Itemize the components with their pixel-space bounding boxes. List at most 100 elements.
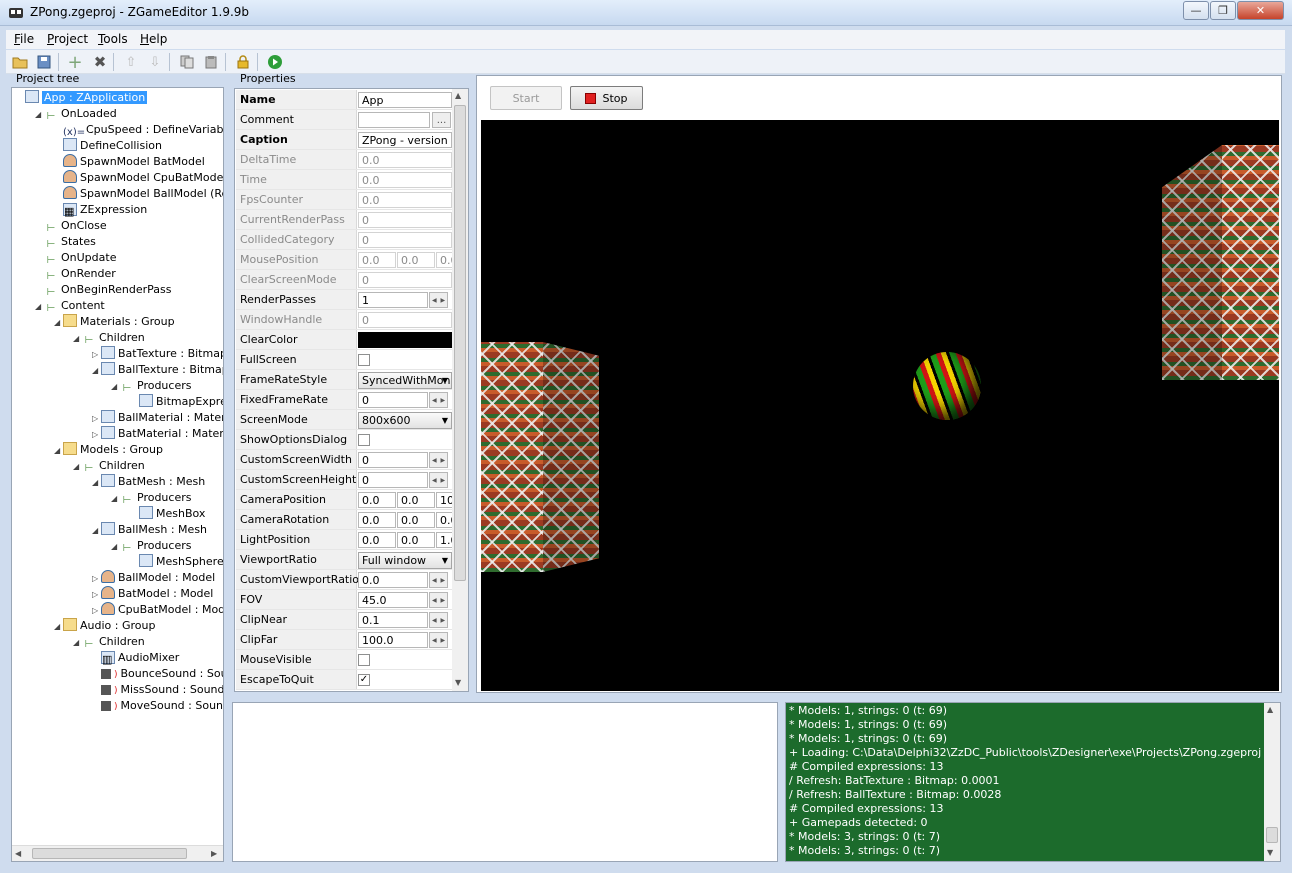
tree-expand-icon[interactable]: ◢ bbox=[54, 318, 62, 327]
vector-component-field[interactable]: 0.0 bbox=[397, 512, 435, 528]
tree-expand-icon[interactable]: ▷ bbox=[92, 414, 100, 423]
property-value[interactable]: 0 bbox=[358, 472, 428, 488]
tree-expand-icon[interactable]: ▷ bbox=[92, 574, 100, 583]
property-dropdown[interactable]: 800x600 ▼ bbox=[358, 412, 452, 429]
open-folder-icon[interactable] bbox=[11, 53, 29, 71]
tree-node[interactable]: ⊢ OnClose bbox=[44, 218, 107, 234]
ellipsis-button[interactable]: ... bbox=[432, 112, 451, 128]
property-value[interactable]: App bbox=[358, 92, 452, 108]
scroll-right-icon[interactable]: ▶ bbox=[211, 849, 217, 858]
spin-right-icon[interactable]: ▶ bbox=[440, 297, 445, 304]
tree-node[interactable]: ⊢ Producers bbox=[120, 378, 191, 394]
tree-node[interactable]: ⊢ Children bbox=[82, 458, 145, 474]
spin-left-icon[interactable]: ◀ bbox=[432, 597, 437, 604]
tree-node[interactable]: ⊢ OnLoaded bbox=[44, 106, 117, 122]
tree-expand-icon[interactable]: ▷ bbox=[92, 606, 100, 615]
property-checkbox[interactable] bbox=[358, 654, 370, 666]
spin-right-icon[interactable]: ▶ bbox=[440, 577, 445, 584]
property-value[interactable]: 0.0 bbox=[358, 572, 428, 588]
tree-node[interactable]: BatModel : Model bbox=[101, 586, 213, 602]
tree-expand-icon[interactable]: ▷ bbox=[92, 430, 100, 439]
expression-editor[interactable] bbox=[232, 702, 778, 862]
tree-node[interactable]: Models : Group bbox=[63, 442, 163, 458]
scroll-up-icon[interactable]: ▲ bbox=[455, 91, 461, 100]
tree-node[interactable]: ⊢ States bbox=[44, 234, 96, 250]
tree-expand-icon[interactable]: ◢ bbox=[54, 622, 62, 631]
property-value[interactable]: 1 bbox=[358, 292, 428, 308]
tree-node[interactable]: ▥ AudioMixer bbox=[101, 650, 179, 666]
property-value[interactable]: ZPong - version 0.9 bbox=[358, 132, 452, 148]
tree-node[interactable]: BallMaterial : Material bbox=[101, 410, 223, 426]
spin-button[interactable]: ◀ ▶ bbox=[429, 572, 448, 588]
tree-node[interactable]: ⊢ Children bbox=[82, 634, 145, 650]
tree-node[interactable]: SpawnModel BatModel bbox=[63, 154, 205, 170]
property-value[interactable]: 0.1 bbox=[358, 612, 428, 628]
tree-node[interactable]: MeshBox bbox=[139, 506, 205, 522]
tree-node[interactable]: MeshSphere bbox=[139, 554, 223, 570]
tree-node[interactable]: ) MissSound : Sound bbox=[101, 682, 223, 698]
tree-expand-icon[interactable]: ◢ bbox=[73, 334, 81, 343]
project-tree[interactable]: App : ZApplication ◢ ⊢ OnLoaded (x)=CpuSpeed… bbox=[11, 87, 224, 862]
spin-left-icon[interactable]: ◀ bbox=[432, 577, 437, 584]
spin-right-icon[interactable]: ▶ bbox=[440, 597, 445, 604]
menu-tools[interactable]: Tools bbox=[98, 32, 128, 46]
scroll-up-icon[interactable]: ▲ bbox=[1267, 705, 1273, 714]
property-value[interactable]: 0 bbox=[358, 392, 428, 408]
log-vertical-scrollbar[interactable]: ▲ ▼ bbox=[1264, 703, 1280, 861]
spin-button[interactable]: ◀ ▶ bbox=[429, 292, 448, 308]
tree-node[interactable]: ⊢ Children bbox=[82, 330, 145, 346]
scroll-down-icon[interactable]: ▼ bbox=[455, 678, 461, 687]
tree-node[interactable]: CpuBatModel : Model bbox=[101, 602, 223, 618]
game-preview-canvas[interactable] bbox=[481, 120, 1279, 691]
properties-scroll-thumb[interactable] bbox=[454, 105, 466, 581]
tree-node[interactable]: ▦ ZExpression bbox=[63, 202, 147, 218]
property-dropdown[interactable]: SyncedWithMonitor▼ bbox=[358, 372, 452, 389]
add-icon[interactable]: + bbox=[66, 52, 84, 73]
maximize-button[interactable]: ❐ bbox=[1210, 1, 1236, 20]
tree-node[interactable]: BitmapExpression bbox=[139, 394, 223, 410]
vector-component-field[interactable]: 0.0 bbox=[358, 532, 396, 548]
tree-node[interactable]: SpawnModel BallModel (Reference) bbox=[63, 186, 223, 202]
spin-button[interactable]: ◀ ▶ bbox=[429, 452, 448, 468]
property-value[interactable] bbox=[358, 112, 430, 128]
close-button[interactable]: ✕ bbox=[1237, 1, 1284, 20]
delete-icon[interactable]: ✖ bbox=[91, 53, 109, 71]
tree-expand-icon[interactable]: ◢ bbox=[111, 542, 119, 551]
tree-expand-icon[interactable]: ▷ bbox=[92, 350, 100, 359]
property-value[interactable]: 100.0 bbox=[358, 632, 428, 648]
property-dropdown[interactable]: Full window ▼ bbox=[358, 552, 452, 569]
tree-node[interactable]: ⊢ OnUpdate bbox=[44, 250, 116, 266]
start-button[interactable]: Start bbox=[490, 86, 562, 110]
stop-button[interactable]: Stop bbox=[570, 86, 643, 110]
move-up-icon[interactable]: ⇧ bbox=[122, 53, 140, 71]
property-value[interactable]: 0 bbox=[358, 452, 428, 468]
tree-expand-icon[interactable]: ▷ bbox=[92, 590, 100, 599]
spin-right-icon[interactable]: ▶ bbox=[440, 617, 445, 624]
spin-right-icon[interactable]: ▶ bbox=[440, 477, 445, 484]
property-value[interactable]: 45.0 bbox=[358, 592, 428, 608]
spin-right-icon[interactable]: ▶ bbox=[440, 397, 445, 404]
property-checkbox[interactable] bbox=[358, 434, 370, 446]
tree-node[interactable]: ⊢ OnRender bbox=[44, 266, 116, 282]
tree-expand-icon[interactable]: ◢ bbox=[35, 110, 43, 119]
spin-left-icon[interactable]: ◀ bbox=[432, 457, 437, 464]
menu-project[interactable]: Project bbox=[47, 32, 88, 46]
color-swatch[interactable] bbox=[358, 332, 452, 348]
lock-icon[interactable] bbox=[234, 53, 252, 71]
vector-component-field[interactable]: 0.0 bbox=[358, 492, 396, 508]
tree-node[interactable]: BallTexture : Bitmap bbox=[101, 362, 223, 378]
tree-expand-icon[interactable]: ◢ bbox=[35, 302, 43, 311]
spin-button[interactable]: ◀ ▶ bbox=[429, 632, 448, 648]
tree-expand-icon[interactable]: ◢ bbox=[73, 638, 81, 647]
spin-left-icon[interactable]: ◀ bbox=[432, 397, 437, 404]
spin-right-icon[interactable]: ▶ bbox=[440, 457, 445, 464]
tree-node[interactable]: BatMesh : Mesh bbox=[101, 474, 205, 490]
spin-left-icon[interactable]: ◀ bbox=[432, 297, 437, 304]
tree-expand-icon[interactable]: ◢ bbox=[111, 382, 119, 391]
tree-node[interactable]: App : ZApplication bbox=[25, 90, 148, 106]
scroll-left-icon[interactable]: ◀ bbox=[15, 849, 21, 858]
tree-expand-icon[interactable]: ◢ bbox=[92, 478, 100, 487]
tree-node[interactable]: Materials : Group bbox=[63, 314, 175, 330]
spin-left-icon[interactable]: ◀ bbox=[432, 477, 437, 484]
properties-vertical-scrollbar[interactable]: ▲ ▼ bbox=[452, 89, 468, 691]
